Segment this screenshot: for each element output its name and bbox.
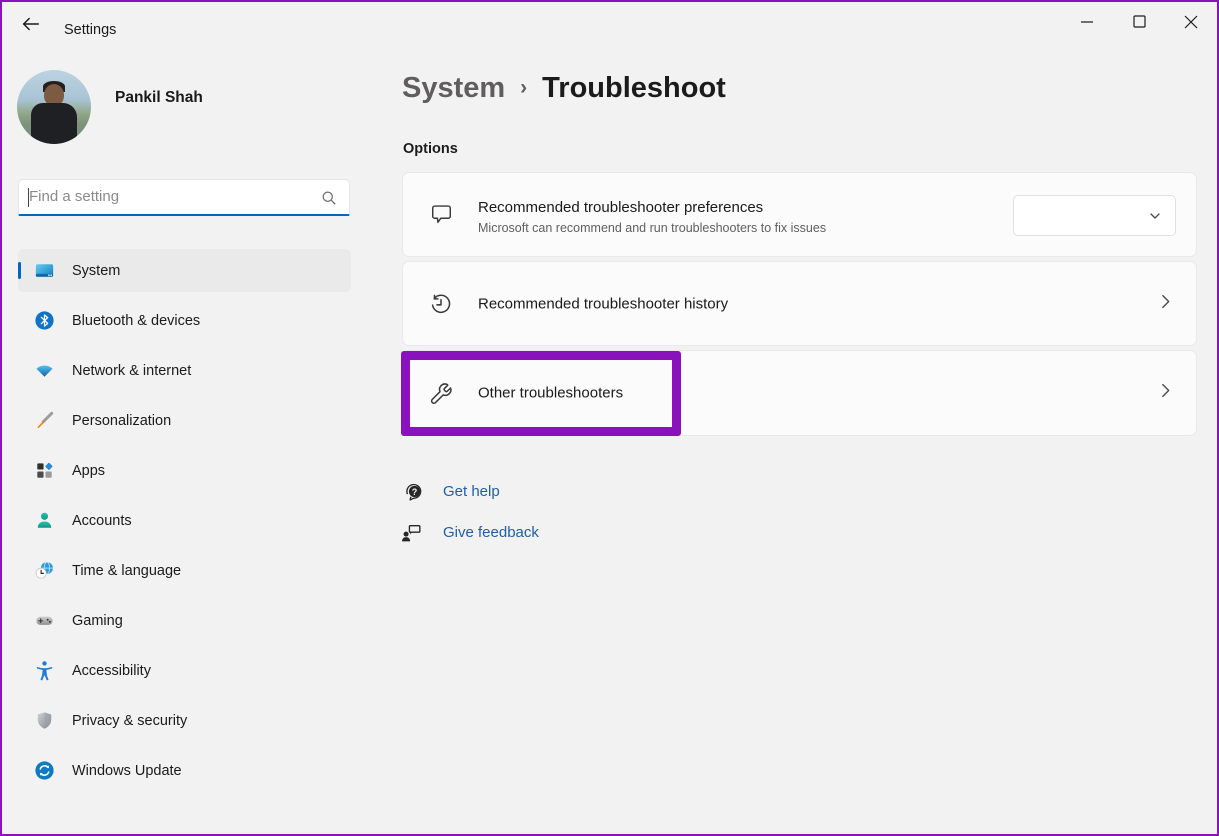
minimize-icon [1080,15,1094,32]
active-indicator [18,262,21,279]
network-icon [32,359,56,383]
page-title: Troubleshoot [542,72,726,104]
troubleshooter-preferences-dropdown[interactable] [1013,195,1176,236]
settings-window: Settings Pankil Shah [0,0,1219,836]
card-title: Other troubleshooters [478,385,623,402]
sidebar-item-accounts[interactable]: Accounts [18,499,351,542]
search-box[interactable] [18,179,350,216]
sidebar-item-privacy-security[interactable]: Privacy & security [18,699,351,742]
get-help-link[interactable]: ? Get help [400,478,500,504]
chevron-right-icon [1157,382,1174,404]
profile-name: Pankil Shah [115,89,203,107]
card-title: Recommended troubleshooter preferences [478,199,763,216]
close-icon [1184,15,1198,32]
card-title: Recommended troubleshooter history [478,295,728,312]
sidebar-item-accessibility[interactable]: Accessibility [18,649,351,692]
window-controls [1061,2,1217,44]
history-icon [427,290,455,318]
help-bubble-icon: ? [400,478,426,504]
card-other-troubleshooters[interactable]: Other troubleshooters [402,350,1197,436]
breadcrumb-separator: › [520,76,527,99]
card-subtitle: Microsoft can recommend and run troubles… [478,221,826,235]
bluetooth-icon [32,309,56,333]
give-feedback-link[interactable]: Give feedback [398,519,539,545]
chevron-right-icon [1157,293,1174,315]
sidebar-item-label: Bluetooth & devices [72,313,200,329]
sidebar-item-label: Time & language [72,563,181,579]
svg-text:?: ? [411,486,416,496]
windows-update-icon [32,759,56,783]
titlebar: Settings [2,2,1217,50]
back-arrow-icon [20,13,42,38]
sidebar-item-label: Gaming [72,613,123,629]
recommendation-bubble-icon [427,201,455,229]
search-icon[interactable] [319,188,339,213]
personalization-icon [32,409,56,433]
close-button[interactable] [1165,2,1217,44]
sidebar-item-windows-update[interactable]: Windows Update [18,749,351,792]
sidebar-item-apps[interactable]: Apps [18,449,351,492]
sidebar-item-gaming[interactable]: Gaming [18,599,351,642]
sidebar-item-network-internet[interactable]: Network & internet [18,349,351,392]
sidebar-item-label: Accounts [72,513,132,529]
give-feedback-label: Give feedback [443,524,539,541]
avatar[interactable] [17,70,91,144]
card-recommended-troubleshooter-preferences: Recommended troubleshooter preferences M… [402,172,1197,257]
privacy-security-icon [32,709,56,733]
accessibility-icon [32,659,56,683]
maximize-button[interactable] [1113,2,1165,44]
sidebar: Pankil Shah System Bluetooth & [2,50,367,834]
sidebar-item-label: Apps [72,463,105,479]
wrench-icon [427,379,455,407]
get-help-label: Get help [443,483,500,500]
sidebar-nav: System Bluetooth & devices Network & int… [18,249,351,799]
card-recommended-troubleshooter-history[interactable]: Recommended troubleshooter history [402,261,1197,346]
sidebar-item-label: System [72,263,120,279]
sidebar-item-bluetooth-devices[interactable]: Bluetooth & devices [18,299,351,342]
sidebar-item-time-language[interactable]: Time & language [18,549,351,592]
gaming-icon [32,609,56,633]
sidebar-item-label: Privacy & security [72,713,187,729]
sidebar-item-system[interactable]: System [18,249,351,292]
feedback-person-icon [398,519,424,545]
app-title: Settings [64,22,116,38]
time-language-icon [32,559,56,583]
sidebar-item-label: Windows Update [72,763,182,779]
accounts-icon [32,509,56,533]
sidebar-item-label: Personalization [72,413,171,429]
breadcrumb: System › Troubleshoot [402,72,726,105]
back-button[interactable] [14,9,48,41]
sidebar-item-personalization[interactable]: Personalization [18,399,351,442]
chevron-down-icon [1147,208,1163,229]
section-label: Options [403,141,458,157]
system-icon [32,259,56,283]
minimize-button[interactable] [1061,2,1113,44]
sidebar-item-label: Accessibility [72,663,151,679]
search-input[interactable] [29,180,309,213]
sidebar-item-label: Network & internet [72,363,191,379]
maximize-icon [1133,15,1146,31]
apps-icon [32,459,56,483]
breadcrumb-parent[interactable]: System [402,72,505,104]
